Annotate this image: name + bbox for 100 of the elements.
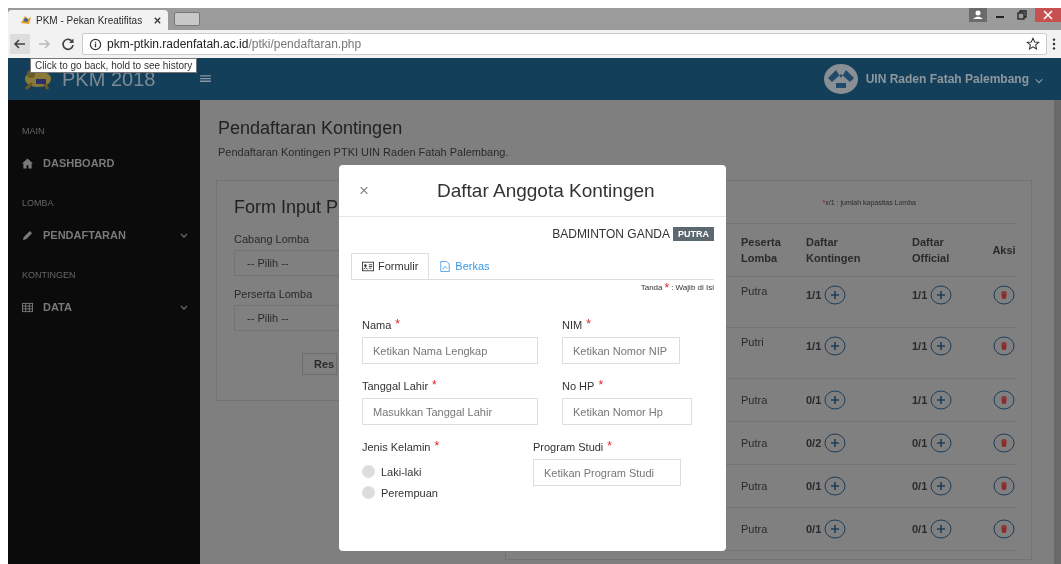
table-cell-text: Putra <box>741 480 769 492</box>
sidebar-heading: LOMBA <box>22 198 55 210</box>
required-mark: * <box>434 441 440 451</box>
add-icon[interactable] <box>930 336 953 356</box>
sidebar-item[interactable]: PENDAFTARAN <box>22 228 200 242</box>
mascot-icon <box>20 14 32 26</box>
chevron-down-icon <box>180 304 188 310</box>
required-mark: * <box>395 319 400 329</box>
new-tab-button[interactable] <box>174 12 200 26</box>
input-field[interactable]: Ketikan Nomor Hp <box>562 398 692 425</box>
menu-icon[interactable] <box>1051 37 1057 51</box>
scrollbar[interactable] <box>1046 100 1061 564</box>
required-mark: * <box>607 441 612 451</box>
table-cell: 0/1 <box>806 394 822 406</box>
reset-button[interactable]: Res <box>302 353 337 375</box>
add-icon[interactable] <box>824 476 847 496</box>
add-icon[interactable] <box>824 285 847 305</box>
tab[interactable]: Formulir <box>351 253 430 279</box>
add-icon[interactable] <box>824 336 847 356</box>
table-cell-text: Putra <box>741 394 769 406</box>
address-bar[interactable]: pkm-ptkin.radenfatah.ac.id/ptki/pendaftaran.php <box>82 33 1047 55</box>
table-cell: 0/1 <box>912 437 928 449</box>
table-cell-text: Putra <box>741 523 769 535</box>
add-icon[interactable] <box>930 285 953 305</box>
home-icon <box>22 157 33 169</box>
column-header: Daftar Kontingen <box>806 235 862 266</box>
id-card-icon <box>362 260 374 272</box>
field-label: Jenis Kelamin <box>362 441 431 453</box>
field-label: Cabang Lomba <box>234 233 310 245</box>
input-field[interactable]: Masukkan Tanggal Lahir <box>362 398 538 425</box>
table-cell: 0/1 <box>806 523 822 535</box>
table-cell: 1/1 <box>912 289 928 301</box>
table-cell: 0/1 <box>912 480 928 492</box>
trash-icon[interactable] <box>993 519 1015 539</box>
browser-tab[interactable]: PKM - Pekan Kreatifitas <box>8 10 168 30</box>
field-label: Perserta Lomba <box>234 288 313 300</box>
table-cell-text: Putri <box>741 336 765 348</box>
radio-button[interactable] <box>362 486 375 499</box>
required-mark: * <box>598 380 604 390</box>
university-logo-icon <box>823 64 858 94</box>
legend-label: Tanda <box>640 283 663 293</box>
url-path: /ptki/pendaftaran.php <box>248 37 362 51</box>
field-label: Nama <box>362 319 392 331</box>
category-badge: PUTRA <box>673 227 714 241</box>
add-icon[interactable] <box>824 390 847 410</box>
table-cell-text: Putra <box>741 285 769 297</box>
table-cell-text: Putra <box>741 437 769 449</box>
sidebar-item[interactable]: DATA <box>22 300 200 314</box>
pencil-icon <box>22 229 33 241</box>
input-field[interactable]: Ketikan Program Studi <box>533 459 681 486</box>
table-cell: 1/1 <box>806 340 822 352</box>
add-icon[interactable] <box>930 390 953 410</box>
pdf-file-icon <box>439 260 452 272</box>
trash-icon[interactable] <box>993 285 1015 305</box>
close-icon[interactable] <box>153 15 162 25</box>
radio-button[interactable] <box>362 465 375 478</box>
page-title: Pendaftaran Kontingen <box>217 118 404 140</box>
radio-label[interactable]: Laki-laki <box>381 465 422 478</box>
chevron-down-icon <box>180 232 188 238</box>
field-label: No HP <box>562 380 595 392</box>
add-icon[interactable] <box>930 519 953 539</box>
close-button[interactable]: × <box>359 183 371 198</box>
legend-text: : Wajib di Isi <box>671 283 714 293</box>
input-field[interactable]: Ketikan Nama Lengkap <box>362 337 538 364</box>
add-icon[interactable] <box>930 476 953 496</box>
required-mark: * <box>664 283 670 293</box>
account-name[interactable]: UIN Raden Fatah Palembang <box>865 72 1029 86</box>
sidebar-item[interactable]: DASHBOARD <box>22 156 200 170</box>
trash-icon[interactable] <box>993 433 1015 453</box>
info-icon[interactable] <box>89 37 102 51</box>
trash-icon[interactable] <box>993 476 1015 496</box>
caret-icon[interactable] <box>1035 78 1043 84</box>
page-subtitle: Pendaftaran Kontingen PTKI UIN Raden Fatah Palembang. <box>217 146 510 158</box>
trash-icon[interactable] <box>993 336 1015 356</box>
table-cell: 1/1 <box>806 289 822 301</box>
field-label: Tanggal Lahir <box>362 380 429 392</box>
add-icon[interactable] <box>824 519 847 539</box>
column-header: Peserta Lomba <box>741 235 782 266</box>
trash-icon[interactable] <box>993 390 1015 410</box>
card-title: Form Input P <box>234 197 339 219</box>
sidebar-heading: MAIN <box>22 126 46 138</box>
table-cell: 1/1 <box>912 394 928 406</box>
field-label: Program Studi <box>533 441 604 453</box>
required-mark: * <box>586 319 591 329</box>
add-icon[interactable] <box>824 433 847 453</box>
modal-title: Daftar Anggota Kontingen <box>437 179 655 202</box>
event-name: BADMINTON GANDA <box>552 227 670 241</box>
add-icon[interactable] <box>930 433 953 453</box>
table-icon <box>22 301 33 313</box>
required-mark: * <box>432 380 437 390</box>
table-cell: 0/1 <box>806 480 822 492</box>
bookmark-star-icon[interactable] <box>1026 37 1040 51</box>
user-icon[interactable] <box>969 8 987 22</box>
url-host: pkm-ptkin.radenfatah.ac.id <box>107 37 249 51</box>
radio-label[interactable]: Perempuan <box>381 486 438 499</box>
tab[interactable]: Berkas <box>429 253 500 279</box>
input-field[interactable]: Ketikan Nomor NIP <box>562 337 680 364</box>
table-cell: 0/2 <box>806 437 822 449</box>
field-label: NIM <box>562 319 583 331</box>
column-header: Daftar Official <box>912 235 951 266</box>
